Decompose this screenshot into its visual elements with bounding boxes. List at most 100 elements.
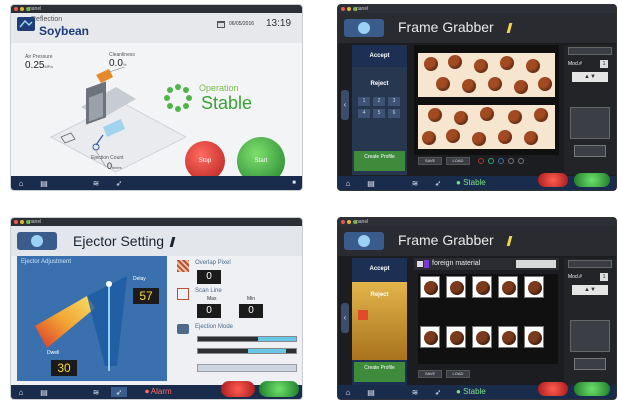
reject-panel[interactable]: Reject bbox=[352, 282, 407, 360]
start-label: Start bbox=[254, 158, 268, 164]
shape-filter-icon[interactable] bbox=[488, 158, 494, 164]
preview-button[interactable] bbox=[574, 358, 606, 370]
signal-icon[interactable]: ≋ bbox=[408, 178, 422, 188]
start-button[interactable] bbox=[574, 173, 610, 187]
view-toggle[interactable] bbox=[568, 47, 612, 55]
alarm-indicator[interactable]: ⏺ Alarm bbox=[145, 387, 172, 397]
settings-icon[interactable]: ➶ bbox=[430, 387, 446, 397]
sample-tile[interactable] bbox=[498, 276, 518, 298]
sample-tile[interactable] bbox=[472, 276, 492, 298]
window-controls[interactable] bbox=[341, 220, 357, 224]
shape-filter-icon[interactable] bbox=[498, 158, 504, 164]
stop-button[interactable] bbox=[538, 382, 568, 396]
settings-icon[interactable]: ➶ bbox=[111, 387, 127, 397]
accept-label: Accept bbox=[369, 266, 390, 272]
start-button[interactable] bbox=[259, 381, 299, 397]
reject-slot[interactable]: 4 bbox=[358, 109, 370, 118]
load-button[interactable]: LOAD bbox=[446, 157, 470, 165]
mode-label: Reflection bbox=[31, 16, 63, 23]
module-panel: Mod.# 1 ▲▼ bbox=[564, 45, 616, 175]
monitor-icon[interactable]: ▤ bbox=[37, 387, 51, 397]
mod-value[interactable]: 1 bbox=[600, 60, 608, 68]
frame-image-top[interactable] bbox=[418, 53, 555, 97]
camera-preview[interactable] bbox=[570, 107, 610, 139]
monitor-icon[interactable]: ▤ bbox=[364, 387, 378, 397]
reject-slot[interactable]: 5 bbox=[373, 109, 385, 118]
sample-tile[interactable] bbox=[446, 326, 466, 348]
signal-icon[interactable]: ≋ bbox=[89, 178, 103, 188]
reject-slot[interactable]: 2 bbox=[373, 97, 385, 106]
alarm-label: Alarm bbox=[150, 387, 172, 396]
stop-button[interactable] bbox=[221, 381, 255, 397]
shape-filter-icon[interactable] bbox=[518, 158, 524, 164]
shape-filter-icon[interactable] bbox=[478, 158, 484, 164]
accept-button[interactable]: Accept bbox=[352, 45, 407, 67]
home-icon[interactable]: ⌂ bbox=[342, 178, 354, 188]
start-button[interactable] bbox=[574, 382, 610, 396]
window-controls[interactable] bbox=[14, 220, 30, 224]
mod-value[interactable]: 1 bbox=[600, 273, 608, 281]
scan-min-value[interactable]: 0 bbox=[239, 304, 263, 318]
sample-tile[interactable] bbox=[524, 276, 544, 298]
module-panel: Mod.# 1 ▲▼ bbox=[564, 258, 616, 388]
filter-bar[interactable]: foreign material bbox=[414, 258, 559, 270]
left-arrow[interactable]: ‹ bbox=[341, 303, 349, 333]
view-toggle[interactable] bbox=[568, 260, 612, 268]
sample-tile[interactable] bbox=[524, 326, 544, 348]
ejector-adjustment-plot[interactable]: Ejector Adjustment Delay 57 Dwell 30 bbox=[17, 256, 167, 381]
reject-item-highlight[interactable] bbox=[358, 310, 368, 320]
dwell-value[interactable]: 30 bbox=[51, 360, 77, 376]
filter-tools[interactable] bbox=[516, 260, 556, 268]
sample-tile[interactable] bbox=[498, 326, 518, 348]
signal-icon[interactable]: ≋ bbox=[408, 387, 422, 397]
settings-icon[interactable]: ➶ bbox=[430, 178, 446, 188]
home-icon[interactable]: ⌂ bbox=[15, 387, 27, 397]
ejector-title: Ejector Setting bbox=[73, 233, 165, 249]
mod-arrows[interactable]: ▲▼ bbox=[572, 285, 608, 295]
sample-tile[interactable] bbox=[420, 276, 440, 298]
save-button[interactable]: SAVE bbox=[418, 370, 442, 378]
lock-icon[interactable]: ■ bbox=[289, 178, 299, 188]
mod-label: Mod.# bbox=[568, 61, 582, 67]
accept-button[interactable]: Accept bbox=[352, 258, 407, 280]
settings-icon[interactable]: ➶ bbox=[111, 178, 127, 188]
reject-slot[interactable]: 1 bbox=[358, 97, 370, 106]
overlap-value[interactable]: 0 bbox=[197, 270, 221, 284]
window-controls[interactable] bbox=[14, 7, 30, 11]
load-button[interactable]: LOAD bbox=[446, 370, 470, 378]
home-icon[interactable]: ⌂ bbox=[15, 178, 27, 188]
signal-icon[interactable]: ≋ bbox=[89, 387, 103, 397]
create-profile-button[interactable]: Create Profile bbox=[354, 362, 405, 382]
ejection-mode-slider[interactable] bbox=[197, 336, 297, 342]
reject-slot[interactable]: 6 bbox=[388, 109, 400, 118]
stop-button[interactable] bbox=[538, 173, 568, 187]
create-profile-button[interactable]: Create Profile bbox=[354, 151, 405, 171]
home-icon[interactable]: ⌂ bbox=[342, 387, 354, 397]
shape-filter-icon[interactable] bbox=[508, 158, 514, 164]
monitor-icon[interactable]: ▤ bbox=[37, 178, 51, 188]
delay-value[interactable]: 57 bbox=[133, 288, 159, 304]
window-title: panel bbox=[29, 6, 42, 12]
ejection-mode-toggle[interactable] bbox=[197, 364, 297, 372]
sample-tile[interactable] bbox=[420, 326, 440, 348]
frame-image-panel bbox=[414, 45, 559, 155]
frame-image-bottom[interactable] bbox=[418, 105, 555, 149]
sample-tile[interactable] bbox=[472, 326, 492, 348]
window-controls[interactable] bbox=[341, 7, 357, 11]
ejection-mode-slider[interactable] bbox=[197, 348, 297, 354]
scan-max-value[interactable]: 0 bbox=[197, 304, 221, 318]
monitor-icon[interactable]: ▤ bbox=[364, 178, 378, 188]
stop-button[interactable]: Stop bbox=[185, 141, 225, 181]
preview-button[interactable] bbox=[574, 145, 606, 157]
filter-checkbox[interactable] bbox=[417, 261, 423, 267]
ejection-count-value: 0times bbox=[107, 161, 122, 171]
sample-tile[interactable] bbox=[446, 276, 466, 298]
camera-preview[interactable] bbox=[570, 320, 610, 352]
left-arrow[interactable]: ‹ bbox=[341, 90, 349, 120]
scan-line-label: Scan Line bbox=[195, 288, 222, 294]
reject-slot[interactable]: 3 bbox=[388, 97, 400, 106]
save-button[interactable]: SAVE bbox=[418, 157, 442, 165]
mod-arrows[interactable]: ▲▼ bbox=[572, 72, 608, 82]
reject-label[interactable]: Reject bbox=[352, 81, 407, 87]
product-name[interactable]: Soybean bbox=[39, 24, 89, 38]
